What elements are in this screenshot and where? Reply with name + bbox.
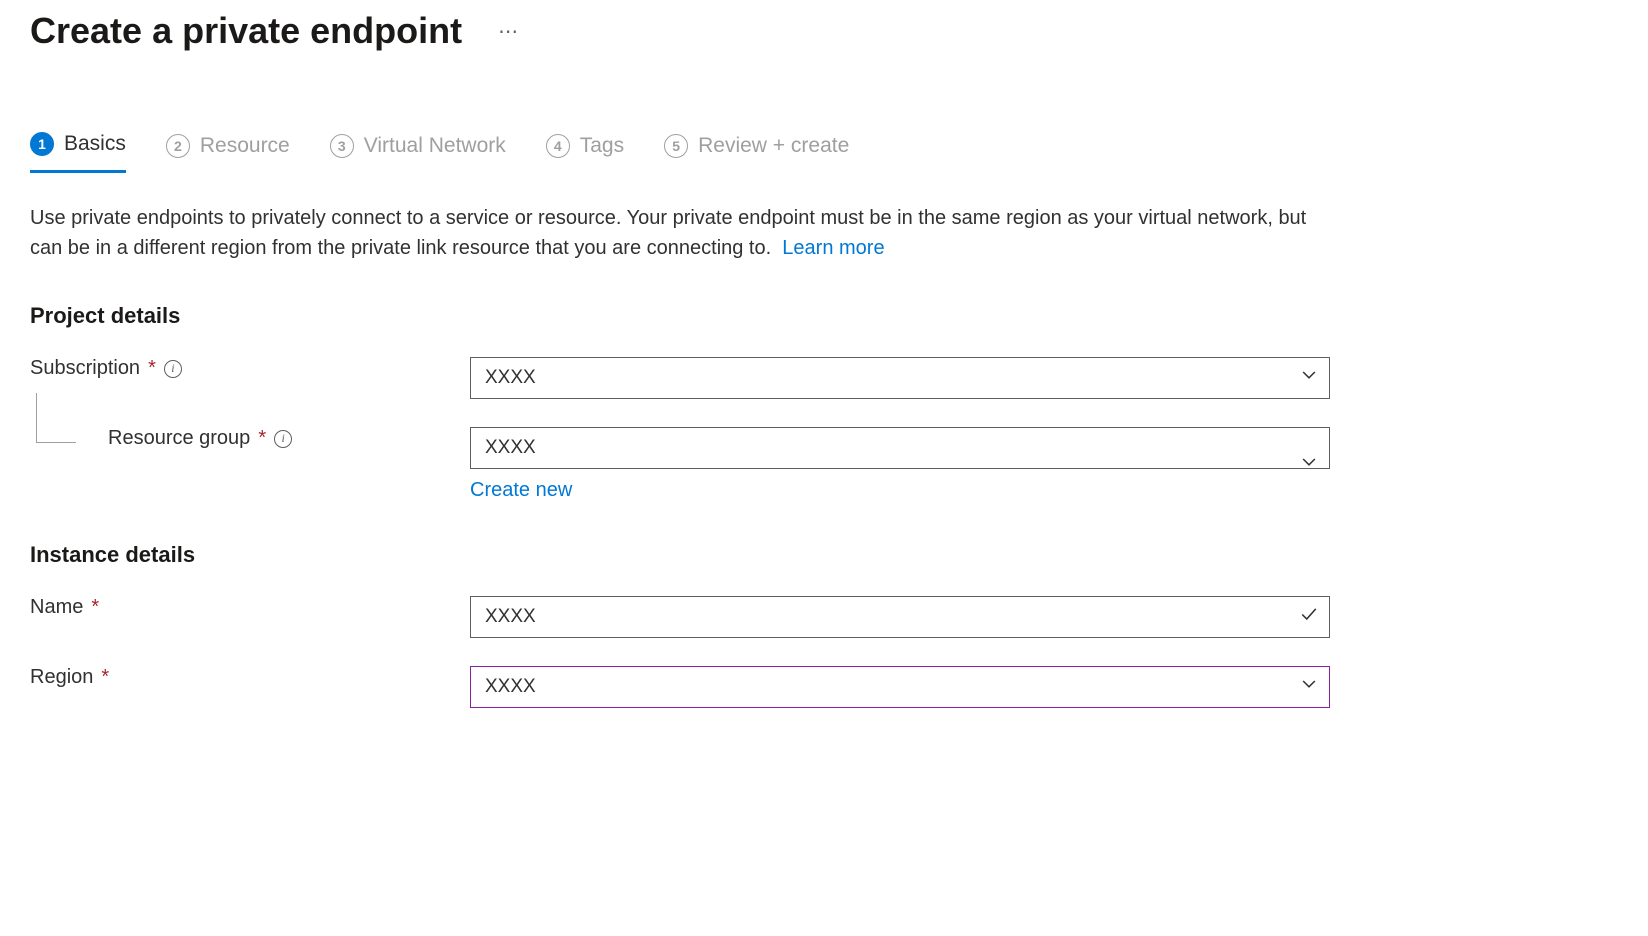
required-indicator: * <box>258 427 266 450</box>
tab-label: Tags <box>580 134 624 158</box>
required-indicator: * <box>148 357 156 380</box>
section-title-instance-details: Instance details <box>30 542 1618 568</box>
tab-step-number: 4 <box>546 134 570 158</box>
required-indicator: * <box>91 596 99 619</box>
tab-label: Basics <box>64 132 126 156</box>
resource-group-select[interactable]: XXXX <box>470 427 1330 469</box>
resource-group-label: Resource group <box>108 427 250 450</box>
page-title: Create a private endpoint <box>30 10 462 52</box>
tab-resource[interactable]: 2 Resource <box>166 132 290 173</box>
subscription-label: Subscription <box>30 357 140 380</box>
tab-step-number: 3 <box>330 134 354 158</box>
region-select[interactable]: XXXX <box>470 666 1330 708</box>
tab-step-number: 1 <box>30 132 54 156</box>
tab-label: Resource <box>200 134 290 158</box>
tab-step-number: 2 <box>166 134 190 158</box>
region-label: Region <box>30 666 93 689</box>
tab-label: Virtual Network <box>364 134 506 158</box>
tab-review-create[interactable]: 5 Review + create <box>664 132 849 173</box>
tab-tags[interactable]: 4 Tags <box>546 132 624 173</box>
wizard-tabs: 1 Basics 2 Resource 3 Virtual Network 4 … <box>30 132 1618 173</box>
subscription-select[interactable]: XXXX <box>470 357 1330 399</box>
tab-virtual-network[interactable]: 3 Virtual Network <box>330 132 506 173</box>
info-icon[interactable]: i <box>274 430 292 448</box>
name-label: Name <box>30 596 83 619</box>
tab-basics[interactable]: 1 Basics <box>30 132 126 173</box>
required-indicator: * <box>101 666 109 689</box>
more-actions-button[interactable]: ⋯ <box>492 19 526 44</box>
tab-step-number: 5 <box>664 134 688 158</box>
tab-label: Review + create <box>698 134 849 158</box>
info-icon[interactable]: i <box>164 360 182 378</box>
create-new-link[interactable]: Create new <box>470 479 572 502</box>
section-title-project-details: Project details <box>30 303 1618 329</box>
description-text: Use private endpoints to privately conne… <box>30 203 1330 263</box>
learn-more-link[interactable]: Learn more <box>782 237 884 259</box>
tree-indent-marker <box>36 393 76 443</box>
name-input[interactable]: XXXX <box>470 596 1330 638</box>
